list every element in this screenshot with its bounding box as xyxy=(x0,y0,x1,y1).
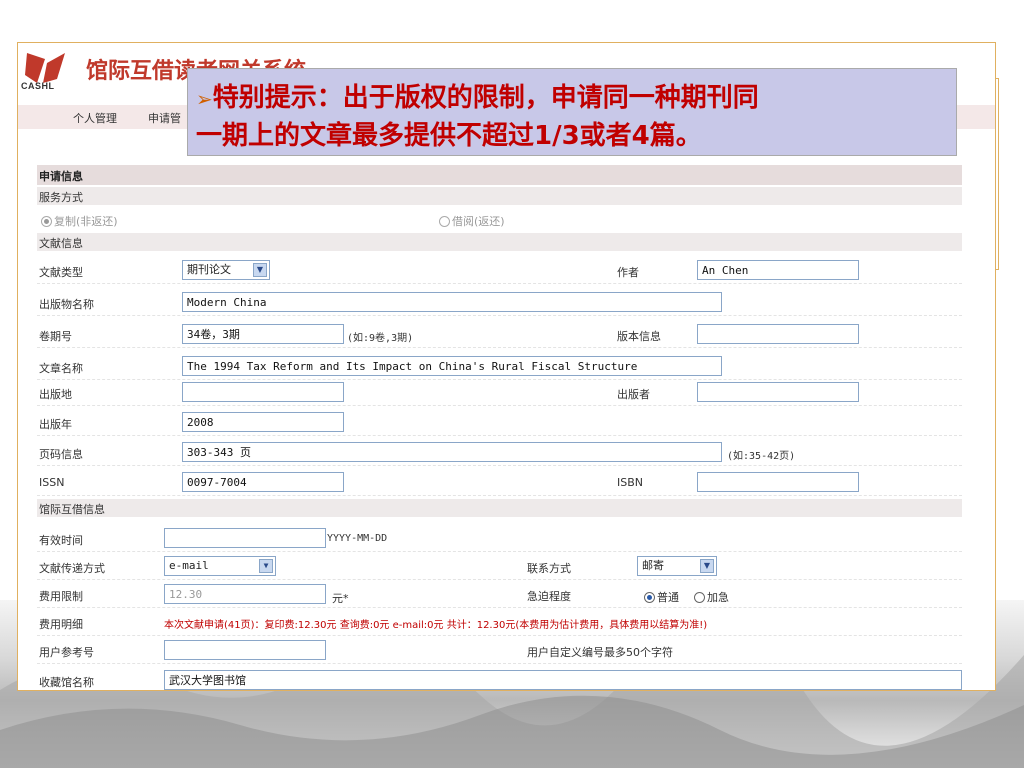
row-volume: 卷期号 34卷，3期 (如:9卷,3期) 版本信息 xyxy=(37,323,962,348)
notice-line-2: 一期上的文章最多提供不超过1/3或者4篇。 xyxy=(196,121,702,151)
radio-dot-icon xyxy=(694,592,705,603)
service-mode-row: 复制(非返还) 借阅(返还) xyxy=(37,211,962,231)
row-valid: 有效时间 YYYY-MM-DD xyxy=(37,527,962,552)
volume-hint: (如:9卷,3期) xyxy=(347,333,414,344)
label-author: 作者 xyxy=(617,266,639,279)
delivery-select[interactable]: e-mail ▼ xyxy=(164,556,276,576)
contact-select[interactable]: 邮寄 ▼ xyxy=(637,556,717,576)
notice-line-1: ➢特别提示：出于版权的限制，申请同一种期刊同 xyxy=(196,83,759,113)
row-delivery: 文献传递方式 e-mail ▼ 联系方式 邮寄 ▼ xyxy=(37,555,962,580)
label-volume: 卷期号 xyxy=(39,330,72,343)
fee-limit-unit: 元* xyxy=(332,592,349,605)
label-library: 收藏馆名称 xyxy=(39,676,94,689)
fee-limit-input[interactable]: 12.30 xyxy=(164,584,326,604)
pages-input[interactable]: 303-343 页 xyxy=(182,442,722,462)
fee-detail-text: 本次文献申请(41页)：复印费:12.30元 查询费:0元 e-mail:0元 … xyxy=(164,620,708,631)
label-valid: 有效时间 xyxy=(39,534,83,547)
radio-copy[interactable]: 复制(非返还) xyxy=(41,213,118,229)
label-year: 出版年 xyxy=(39,418,72,431)
copyright-notice: ➢特别提示：出于版权的限制，申请同一种期刊同 一期上的文章最多提供不超过1/3或… xyxy=(187,68,957,156)
label-edition: 版本信息 xyxy=(617,330,661,343)
label-publisher: 出版者 xyxy=(617,388,650,401)
row-doc-type: 文献类型 期刊论文 ▼ 作者 An Chen xyxy=(37,259,962,284)
user-ref-input[interactable] xyxy=(164,640,326,660)
label-delivery: 文献传递方式 xyxy=(39,562,105,575)
issn-input[interactable]: 0097-7004 xyxy=(182,472,344,492)
nav-personal[interactable]: 个人管理 xyxy=(73,110,117,126)
ill-info-head: 馆际互借信息 xyxy=(37,499,962,517)
row-user-ref: 用户参考号 用户自定义编号最多50个字符 xyxy=(37,639,962,664)
chevron-down-icon: ▼ xyxy=(700,559,714,573)
label-pub-name: 出版物名称 xyxy=(39,298,94,311)
pub-name-input[interactable]: Modern China xyxy=(182,292,722,312)
row-pages: 页码信息 303-343 页 (如:35-42页) xyxy=(37,441,962,466)
label-place: 出版地 xyxy=(39,388,72,401)
row-place: 出版地 出版者 xyxy=(37,381,962,406)
doc-type-select[interactable]: 期刊论文 ▼ xyxy=(182,260,270,280)
article-input[interactable]: The 1994 Tax Reform and Its Impact on Ch… xyxy=(182,356,722,376)
label-user-ref: 用户参考号 xyxy=(39,646,94,659)
pages-hint: (如:35-42页) xyxy=(727,451,796,462)
radio-dot-icon xyxy=(439,216,450,227)
doc-info-head: 文献信息 xyxy=(37,233,962,251)
author-input[interactable]: An Chen xyxy=(697,260,859,280)
label-article: 文章名称 xyxy=(39,362,83,375)
section-apply-info: 申请信息 xyxy=(37,165,962,185)
radio-urgency-rush[interactable]: 加急 xyxy=(694,589,729,605)
label-pages: 页码信息 xyxy=(39,448,83,461)
valid-date-input[interactable] xyxy=(164,528,326,548)
bullet-icon: ➢ xyxy=(196,87,213,111)
user-ref-hint: 用户自定义编号最多50个字符 xyxy=(527,646,673,659)
place-input[interactable] xyxy=(182,382,344,402)
radio-dot-icon xyxy=(41,216,52,227)
label-doc-type: 文献类型 xyxy=(39,266,83,279)
valid-date-hint: YYYY-MM-DD xyxy=(327,533,388,544)
chevron-down-icon: ▼ xyxy=(259,559,273,573)
logo-text: CASHL xyxy=(21,81,55,91)
chevron-down-icon: ▼ xyxy=(253,263,267,277)
publisher-input[interactable] xyxy=(697,382,859,402)
edition-input[interactable] xyxy=(697,324,859,344)
label-isbn: ISBN xyxy=(617,476,644,489)
label-contact: 联系方式 xyxy=(527,562,571,575)
library-input[interactable]: 武汉大学图书馆 xyxy=(164,670,962,690)
row-pub-name: 出版物名称 Modern China xyxy=(37,291,962,316)
volume-input[interactable]: 34卷，3期 xyxy=(182,324,344,344)
nav-apply[interactable]: 申请管 xyxy=(148,110,181,126)
row-article: 文章名称 The 1994 Tax Reform and Its Impact … xyxy=(37,355,962,380)
label-issn: ISSN xyxy=(39,476,65,489)
service-mode-head: 服务方式 xyxy=(37,187,962,205)
row-fee-limit: 费用限制 12.30 元* 急迫程度 普通 加急 xyxy=(37,583,962,608)
radio-loan[interactable]: 借阅(返还) xyxy=(439,213,505,229)
radio-dot-icon xyxy=(644,592,655,603)
label-fee-limit: 费用限制 xyxy=(39,590,83,603)
row-issn: ISSN 0097-7004 ISBN xyxy=(37,471,962,496)
row-year: 出版年 2008 xyxy=(37,411,962,436)
isbn-input[interactable] xyxy=(697,472,859,492)
row-fee-detail: 费用明细 本次文献申请(41页)：复印费:12.30元 查询费:0元 e-mai… xyxy=(37,611,962,636)
label-fee-detail: 费用明细 xyxy=(39,618,83,631)
radio-urgency-normal[interactable]: 普通 xyxy=(644,589,679,605)
label-urgency: 急迫程度 xyxy=(527,590,571,603)
row-library: 收藏馆名称 武汉大学图书馆 xyxy=(37,669,962,693)
year-input[interactable]: 2008 xyxy=(182,412,344,432)
